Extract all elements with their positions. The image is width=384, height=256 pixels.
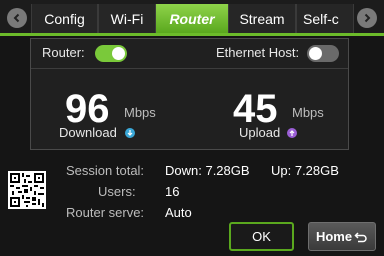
ok-button-label: OK — [252, 229, 271, 244]
session-total-label: Session total: — [66, 163, 145, 178]
tab-self-check[interactable]: Self-c — [296, 4, 354, 33]
qr-code — [8, 171, 46, 209]
chevron-right-icon — [364, 13, 371, 23]
router-panel: Router: Ethernet Host: 96 Mbps Download … — [30, 38, 349, 150]
router-toggle[interactable] — [95, 45, 127, 62]
router-server-value: Auto — [165, 205, 192, 220]
download-label: Download — [59, 125, 117, 140]
tab-underline — [0, 33, 384, 36]
chevron-left-icon — [13, 13, 20, 23]
tab-label: Wi-Fi — [110, 10, 144, 27]
users-value: 16 — [165, 184, 180, 199]
ethernet-host-toggle[interactable] — [307, 45, 339, 62]
tab-label: Stream — [239, 10, 285, 27]
toggle-knob — [309, 47, 322, 60]
router-label: Router: — [42, 45, 85, 60]
upload-label: Upload — [239, 125, 281, 140]
download-icon — [125, 128, 135, 138]
ok-button[interactable]: OK — [229, 222, 294, 251]
ethernet-host-label: Ethernet Host: — [216, 45, 300, 60]
tab-wifi[interactable]: Wi-Fi — [98, 4, 156, 33]
upload-icon — [287, 128, 297, 138]
divider — [31, 68, 348, 69]
tab-router[interactable]: Router — [156, 4, 228, 33]
toggle-knob — [112, 47, 125, 60]
session-up-value: Up: 7.28GB — [271, 163, 339, 178]
upload-speed-unit: Mbps — [292, 105, 324, 120]
tab-label: Self-c — [303, 10, 339, 27]
scroll-right-button[interactable] — [357, 8, 377, 28]
tab-bar: Config Wi-Fi Router Stream Self-c — [0, 0, 384, 36]
upload-speed-value: 45 — [233, 87, 278, 131]
tab-label: Config — [44, 10, 85, 27]
scroll-left-button[interactable] — [7, 8, 27, 28]
tab-label: Router — [169, 10, 215, 27]
router-server-label: Router serve: — [66, 205, 145, 220]
download-speed-unit: Mbps — [124, 105, 156, 120]
session-down-value: Down: 7.28GB — [165, 163, 250, 178]
home-button[interactable]: Home — [308, 222, 376, 251]
download-speed-value: 96 — [65, 87, 110, 131]
tab-stream[interactable]: Stream — [228, 4, 296, 33]
tab-config[interactable]: Config — [31, 4, 98, 33]
users-label: Users: — [98, 184, 136, 199]
home-button-label: Home — [315, 229, 353, 244]
return-icon — [354, 231, 367, 242]
